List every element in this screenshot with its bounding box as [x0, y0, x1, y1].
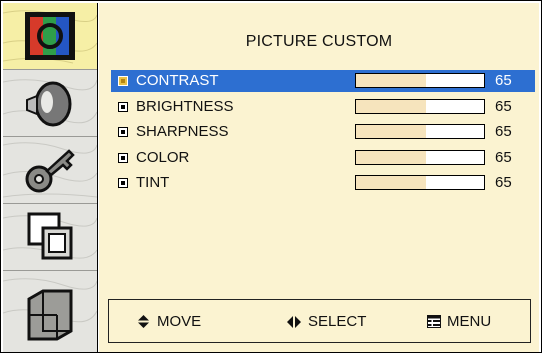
move-label: MOVE — [157, 313, 202, 330]
sidebar-item-setup[interactable] — [3, 271, 97, 352]
slider-fill — [356, 100, 427, 113]
setting-label: SHARPNESS — [136, 123, 229, 140]
menu-sidebar — [3, 3, 98, 352]
sidebar-item-pip[interactable] — [3, 204, 97, 271]
sidebar-item-lock[interactable] — [3, 137, 97, 204]
picture-icon — [25, 12, 75, 60]
setting-label: BRIGHTNESS — [136, 98, 234, 115]
menu-icon — [427, 315, 441, 328]
setting-row-brightness[interactable]: BRIGHTNESS 65 — [111, 96, 535, 118]
left-right-arrow-icon — [287, 315, 301, 328]
brightness-slider[interactable] — [355, 99, 485, 114]
select-label: SELECT — [308, 313, 367, 330]
key-icon — [25, 149, 75, 193]
up-down-arrow-icon — [138, 315, 149, 328]
tint-slider[interactable] — [355, 175, 485, 190]
bullet-icon — [118, 178, 128, 188]
select-hint: SELECT — [287, 313, 366, 330]
setting-label: TINT — [136, 174, 170, 191]
bullet-icon — [118, 102, 128, 112]
setting-value: 65 — [495, 174, 512, 191]
setting-row-color[interactable]: COLOR 65 — [111, 147, 535, 169]
setting-value: 65 — [495, 98, 512, 115]
slider-fill — [356, 125, 427, 138]
sidebar-item-picture[interactable] — [3, 3, 97, 70]
picture-custom-panel: PICTURE CUSTOM CONTRAST 65 BRIGHTNESS 65… — [99, 3, 539, 352]
setting-row-tint[interactable]: TINT 65 — [111, 172, 535, 194]
setting-value: 65 — [495, 72, 512, 89]
navigation-hints: MOVE SELECT MENU — [108, 299, 531, 343]
bullet-icon — [118, 127, 128, 137]
contrast-slider[interactable] — [355, 73, 485, 88]
bullet-icon — [118, 153, 128, 163]
color-slider[interactable] — [355, 150, 485, 165]
page-title: PICTURE CUSTOM — [245, 33, 393, 50]
setup-icon — [27, 289, 73, 341]
sidebar-item-sound[interactable] — [3, 70, 97, 137]
slider-fill — [356, 74, 427, 87]
setting-row-contrast[interactable]: CONTRAST 65 — [111, 70, 535, 92]
setting-row-sharpness[interactable]: SHARPNESS 65 — [111, 121, 535, 143]
setting-label: COLOR — [136, 149, 190, 166]
sharpness-slider[interactable] — [355, 124, 485, 139]
setting-label: CONTRAST — [136, 72, 219, 89]
menu-label: MENU — [447, 313, 492, 330]
sound-icon — [26, 81, 72, 127]
slider-fill — [356, 176, 427, 189]
slider-fill — [356, 151, 427, 164]
selected-bullet-icon — [118, 76, 128, 86]
pip-icon — [27, 212, 73, 260]
setting-value: 65 — [495, 123, 512, 140]
menu-hint: MENU — [427, 313, 491, 330]
osd-menu: PICTURE CUSTOM CONTRAST 65 BRIGHTNESS 65… — [0, 0, 542, 353]
setting-value: 65 — [495, 149, 512, 166]
move-hint: MOVE — [137, 313, 201, 330]
